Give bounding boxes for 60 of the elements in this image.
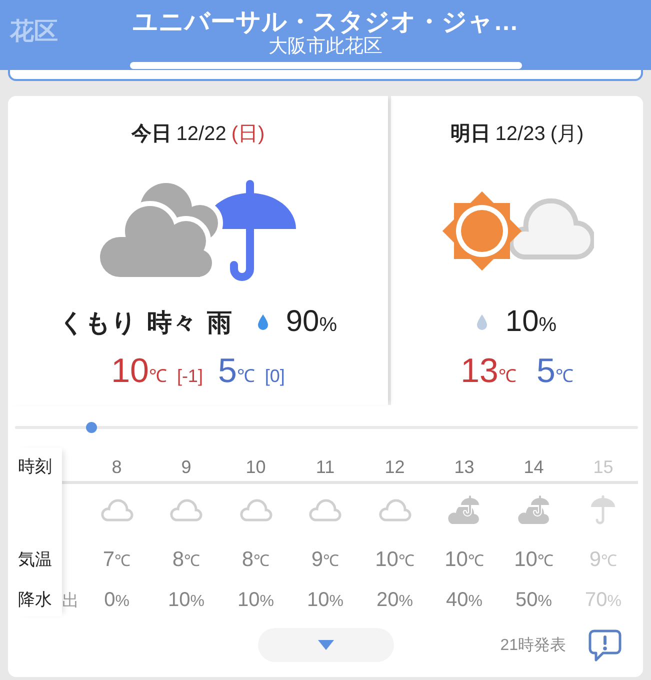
hourly-temp: 9℃	[311, 548, 340, 572]
row-label: 降水	[18, 590, 52, 610]
report-bubble-icon[interactable]	[588, 628, 622, 662]
row-label: 気温	[18, 550, 52, 570]
high-temp: 13℃	[460, 352, 516, 391]
faded-title: 花区	[10, 19, 58, 45]
cloud-umbrella-icon	[516, 495, 551, 525]
row-label: 時刻	[18, 457, 52, 477]
hourly-rain-chance: 10%	[168, 588, 204, 612]
hour-label: 9	[181, 457, 192, 477]
hourly-rain-chance: 0%	[104, 588, 130, 612]
hour-label: 13	[454, 457, 474, 477]
temp-change: [-1]	[176, 366, 203, 387]
cloud-icon	[308, 498, 342, 522]
cloud-icon	[100, 498, 134, 522]
hourly-temp: 7℃	[102, 548, 131, 572]
cloud-icon	[378, 498, 412, 522]
umbrella-icon	[589, 495, 618, 525]
weather-condition: くもり 時々 雨	[58, 308, 232, 338]
drag-handle[interactable]	[130, 62, 522, 69]
hourly-rain-chance: 10%	[238, 588, 274, 612]
caret-down-icon	[318, 640, 334, 650]
low-temp: 5℃	[536, 352, 574, 391]
cloud-icon	[238, 498, 273, 522]
cloud-umbrella-icon	[447, 495, 482, 525]
low-temp: 5℃	[218, 352, 255, 391]
hour-label: 11	[316, 457, 335, 477]
hourly-rain-chance: 10%	[307, 588, 344, 612]
temp-change: [0]	[264, 366, 285, 387]
rain-chance: 10%	[505, 305, 557, 339]
hourly-temp: 10℃	[444, 548, 484, 572]
cloud-umbrella-icon	[100, 179, 296, 283]
hour-label: 8	[112, 457, 122, 477]
day-label: 明日	[450, 122, 490, 147]
hour-label: 12	[384, 457, 405, 477]
hour-label: 10	[246, 457, 266, 477]
hourly-temp: 8℃	[242, 548, 270, 572]
day-weekday: (日)	[231, 122, 265, 147]
hourly-rain-chance: 50%	[516, 588, 552, 612]
sun-cloud-icon	[440, 189, 594, 273]
issued-time: 21時発表	[500, 636, 566, 656]
hourly-rain-chance: 40%	[446, 588, 482, 612]
hour-label: 15	[593, 457, 614, 477]
cloud-icon	[169, 498, 204, 522]
location-subtitle: 大阪市此花区	[268, 36, 382, 58]
location-title: ユニバーサル・スタジオ・ジャ…	[132, 8, 518, 36]
scroll-thumb	[86, 422, 97, 433]
high-temp: 10℃	[111, 352, 167, 391]
hourly-temp: 10℃	[375, 548, 414, 572]
expand-button[interactable]	[258, 628, 394, 662]
hourly-rain-chance: 20%	[376, 588, 413, 612]
rain-chance: 90%	[286, 305, 338, 339]
hourly-temp: 10℃	[514, 548, 554, 572]
day-weekday: (月)	[550, 122, 584, 147]
day-date: 12/22	[176, 122, 226, 147]
cut-off-label: 出	[62, 590, 79, 612]
day-label: 今日	[131, 122, 172, 147]
hourly-temp: 8℃	[172, 548, 200, 572]
day-date: 12/23	[495, 122, 546, 147]
hour-label: 14	[524, 457, 544, 477]
